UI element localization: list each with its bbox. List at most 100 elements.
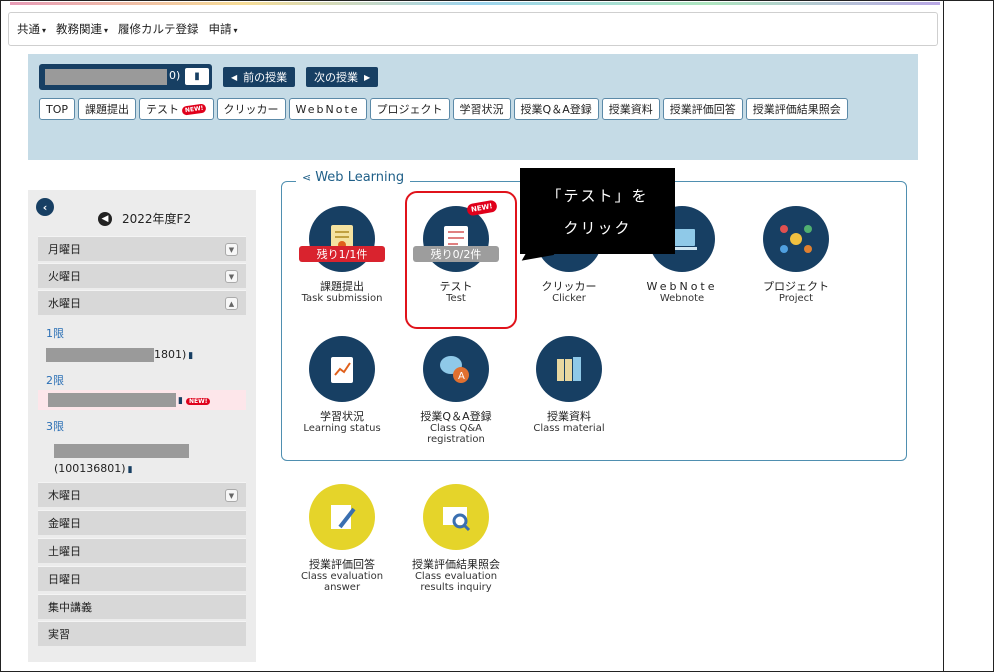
day-sunday[interactable]: 日曜日 [38, 566, 246, 591]
tile-evaluation-results[interactable]: 授業評価結果照会 Class evaluation results inquir… [401, 484, 511, 593]
day-tuesday[interactable]: 火曜日 ▼ [38, 263, 246, 288]
instruction-callout: 「テスト」を クリック [520, 168, 675, 254]
period-3: 3限 [46, 420, 64, 433]
tab-class-material[interactable]: 授業資料 [601, 98, 660, 120]
tile-label-jp: 授業評価結果照会 [412, 558, 500, 571]
tile-label-en: Project [778, 293, 814, 304]
day-practicum[interactable]: 実習 [38, 621, 246, 646]
tile-label-jp: 授業資料 [547, 410, 591, 423]
day-thursday[interactable]: 木曜日 ▼ [38, 482, 246, 507]
prev-class-button[interactable]: ◀ 前の授業 [223, 67, 296, 87]
tile-learning-status[interactable]: 学習状況 Learning status [287, 336, 397, 434]
year-label: 2022年度F2 [122, 212, 192, 226]
nav-academic[interactable]: 教務関連 ▾ [56, 21, 108, 37]
tab-test-label: テスト [146, 103, 180, 116]
tile-evaluation-answer[interactable]: 授業評価回答 Class evaluation answer [287, 484, 397, 593]
tile-label-jp: クリッカー [541, 280, 597, 293]
tile-task-submission[interactable]: 残り1/1件 課題提出 Task submission [287, 206, 397, 304]
qa-registration-icon: A [423, 336, 489, 402]
task-submission-icon: 残り1/1件 [299, 206, 385, 272]
book-icon: ▮ [188, 351, 194, 361]
top-navbar: 共通 ▾ 教務関連 ▾ 履修カルテ登録 申請 ▾ [8, 12, 938, 46]
chevron-down-icon: ▼ [225, 489, 238, 502]
caret-down-icon: ▾ [233, 26, 238, 35]
learning-status-icon [309, 336, 375, 402]
nav-common[interactable]: 共通 ▾ [17, 21, 46, 37]
chevron-down-icon: ▼ [225, 243, 238, 256]
tab-learning-status[interactable]: 学習状況 [452, 98, 511, 120]
callout-line-1: 「テスト」を [546, 187, 649, 205]
tab-project[interactable]: プロジェクト [369, 98, 450, 120]
lecture-name-redacted [46, 348, 154, 362]
tile-label-en: Clicker [552, 293, 586, 304]
tab-test[interactable]: テスト NEW! [139, 98, 214, 120]
tile-label-en: Class evaluation [414, 571, 498, 582]
tile-label-en: Webnote [659, 293, 705, 304]
highlight-test-outline [405, 191, 517, 329]
day-label: 火曜日 [48, 270, 81, 283]
collapse-sidebar-icon[interactable]: ‹ [36, 198, 54, 216]
new-badge: NEW! [181, 102, 208, 116]
day-label: 月曜日 [48, 243, 81, 256]
evaluation-answer-icon [309, 484, 375, 550]
web-learning-title-text: Web Learning [315, 170, 405, 185]
tile-label-en: Task submission [301, 293, 383, 304]
nav-karte[interactable]: 履修カルテ登録 [118, 21, 199, 37]
syllabus-book-icon[interactable]: ▮ [185, 68, 209, 85]
day-saturday[interactable]: 土曜日 [38, 538, 246, 563]
nav-apply[interactable]: 申請 ▾ [209, 21, 238, 37]
tile-class-material[interactable]: 授業資料 Class material [514, 336, 624, 434]
tab-task-submission[interactable]: 課題提出 [78, 98, 137, 120]
tile-label-jp: 課題提出 [320, 280, 364, 293]
prev-class-label: 前の授業 [243, 71, 288, 84]
tile-label-en: Class material [533, 423, 605, 434]
lecture-name-redacted [54, 444, 189, 458]
day-wednesday[interactable]: 水曜日 ▲ [38, 290, 246, 315]
tile-label-en: Class evaluation [300, 571, 384, 582]
share-icon: ⋖ [302, 171, 312, 184]
frame-divider [943, 0, 944, 672]
tab-qa-registration[interactable]: 授業Q＆A登録 [513, 98, 599, 120]
next-class-label: 次の授業 [314, 71, 358, 84]
day-label: 水曜日 [48, 297, 81, 310]
course-title-box: 0) ▮ [39, 64, 212, 90]
next-class-button[interactable]: 次の授業 ▶ [306, 67, 379, 87]
day-label: 金曜日 [48, 517, 81, 530]
tile-label-jp: プロジェクト [763, 280, 829, 293]
period-1: 1限 [46, 327, 64, 340]
web-learning-title: ⋖ Web Learning [296, 170, 411, 185]
tile-label-en: Class Q&A registration [427, 423, 485, 445]
lecture-period-3-name[interactable] [38, 444, 246, 458]
svg-text:A: A [458, 371, 465, 382]
chevron-left-icon: ◀ [231, 72, 238, 82]
lecture-period-1[interactable]: 1801) ▮ [38, 348, 246, 362]
year-selector: ◀ 2022年度F2 [98, 210, 191, 227]
chevron-right-icon: ▶ [364, 72, 371, 82]
day-friday[interactable]: 金曜日 [38, 510, 246, 535]
timetable-sidebar: ‹ ◀ 2022年度F2 月曜日 ▼ 火曜日 ▼ 水曜日 ▲ 1限 1801) ▮ 2限… [28, 190, 256, 662]
day-label: 木曜日 [48, 489, 81, 502]
day-intensive[interactable]: 集中講義 [38, 594, 246, 619]
tile-label-en: answer [323, 582, 361, 593]
day-label: 土曜日 [48, 545, 81, 558]
tab-webnote[interactable]: WebNote [288, 98, 367, 120]
tile-qa-registration[interactable]: A 授業Q＆A登録 Class Q&A registration [401, 336, 511, 445]
tab-evaluation-results[interactable]: 授業評価結果照会 [745, 98, 848, 120]
arrow-left-icon[interactable]: ◀ [98, 211, 112, 226]
lecture-name-redacted [48, 393, 176, 407]
lecture-period-2-selected[interactable]: ▮ NEW! [38, 390, 246, 410]
tab-evaluation-answer[interactable]: 授業評価回答 [662, 98, 743, 120]
evaluation-results-icon [423, 484, 489, 550]
tab-top[interactable]: TOP [39, 98, 76, 120]
day-label: 実習 [48, 628, 70, 641]
lecture-code: (100136801) [54, 462, 126, 475]
tab-clicker[interactable]: クリッカー [216, 98, 286, 120]
day-monday[interactable]: 月曜日 ▼ [38, 236, 246, 261]
tile-project[interactable]: プロジェクト Project [741, 206, 851, 304]
chevron-down-icon: ▼ [225, 270, 238, 283]
period-2: 2限 [46, 374, 64, 387]
book-icon: ▮ [127, 465, 133, 475]
lecture-period-3-code[interactable]: (100136801) ▮ [38, 462, 246, 475]
tile-label-jp: 授業評価回答 [309, 558, 375, 571]
caret-down-icon: ▾ [104, 26, 109, 35]
